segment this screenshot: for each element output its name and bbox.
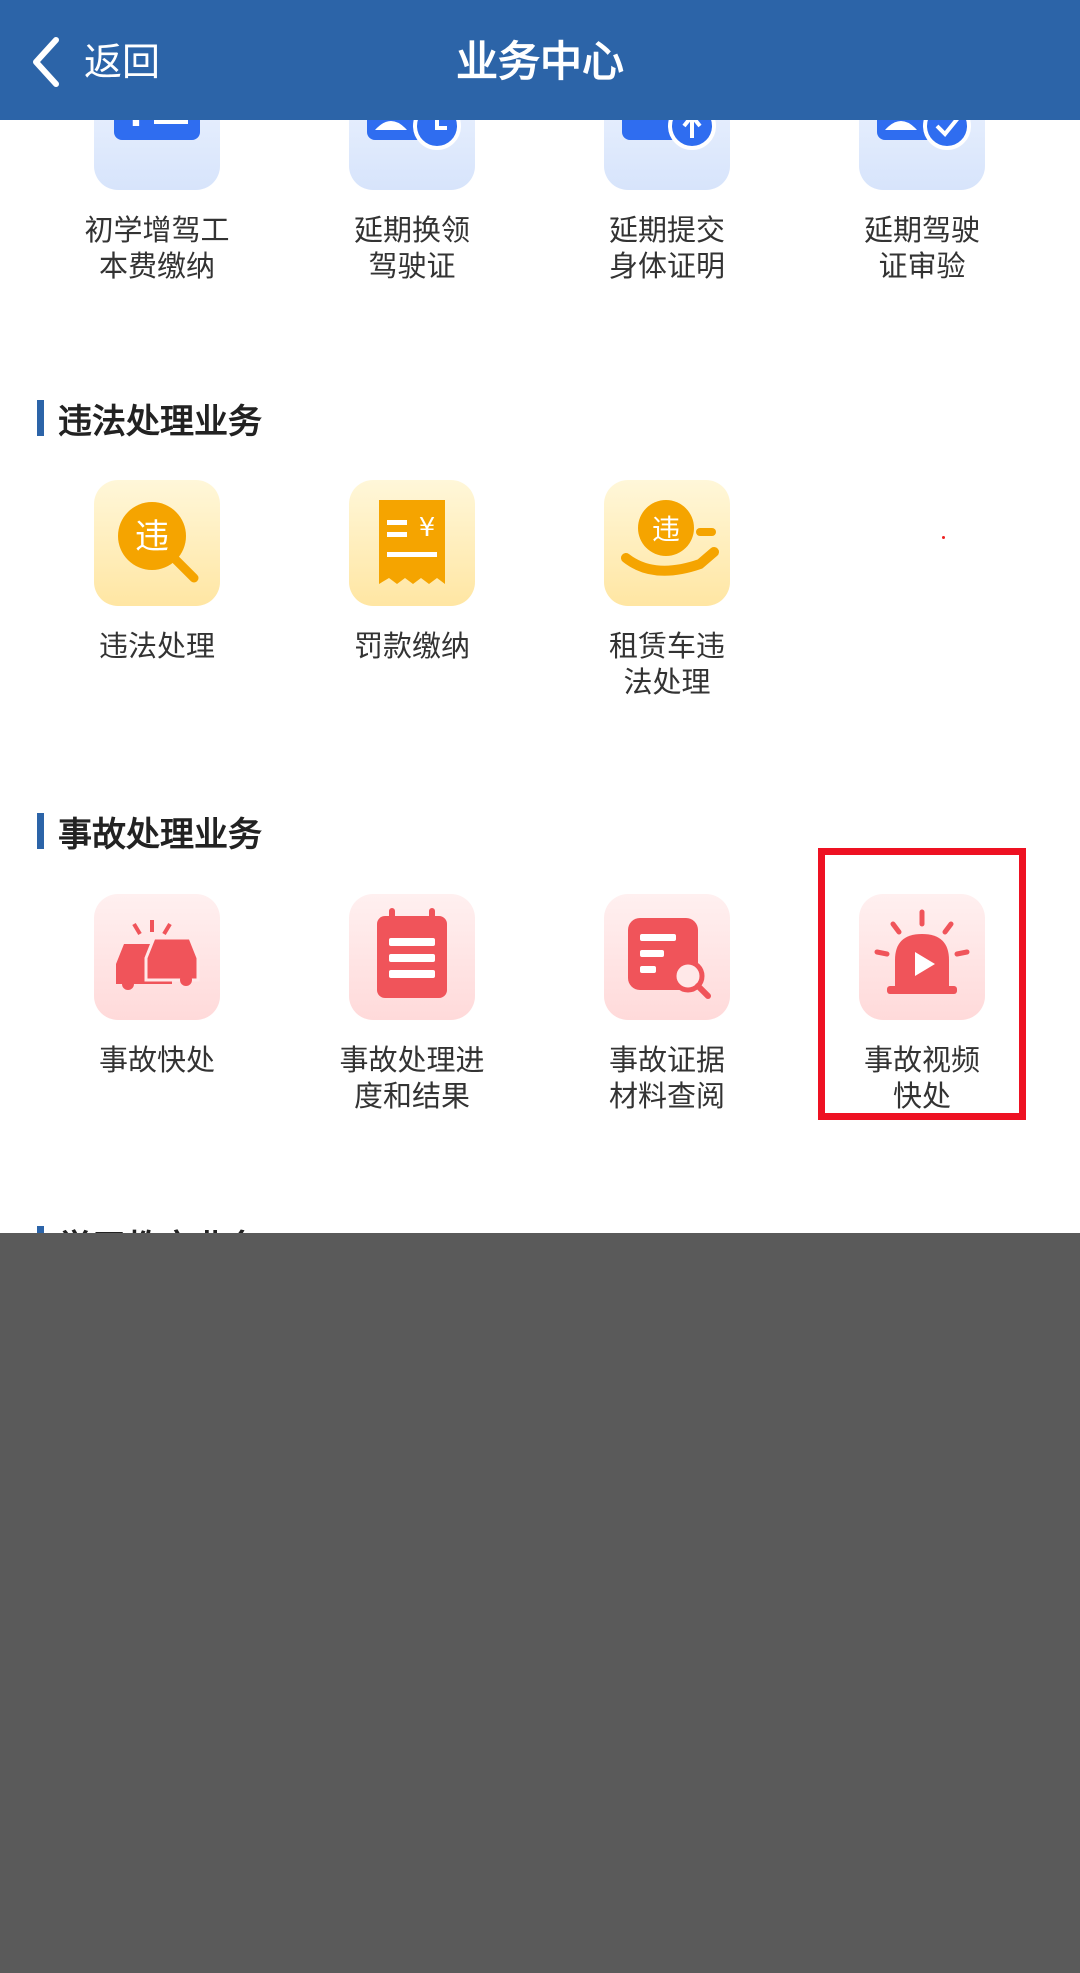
section-title: 事故处理业务 [58,814,262,855]
tile-rental-violation[interactable]: 违 租赁车违 法处理 [542,480,792,700]
red-dot-mark [942,536,945,539]
page-title: 业务中心 [455,37,624,86]
tile-fine-payment[interactable]: ¥ 罚款缴纳 [287,480,537,664]
tile-learner-fee[interactable]: ¥ 初学增驾工 本费缴纳 [32,64,282,284]
tile-label: 罚款缴纳 [353,629,470,663]
svg-text:¥: ¥ [419,513,436,543]
tile-label: 延期换领 驾驶证 [353,213,470,283]
tile-label: 违法处理 [98,629,215,663]
rental-violation-icon: 违 [604,480,730,606]
tile-label: 延期驾驶 证审验 [863,213,980,283]
section-title: 违法处理业务 [58,401,262,442]
violation-search-icon: 违 [94,480,220,606]
svg-text:违: 违 [135,517,169,557]
tile-label: 租赁车违 法处理 [608,629,725,699]
section-bar [37,813,44,849]
tile-label: 延期提交 身体证明 [608,213,725,283]
tile-accident-progress[interactable]: 事故处理进 度和结果 [287,894,537,1114]
calendar-list-icon [349,894,475,1020]
highlight-box [818,848,1026,1120]
tile-violation-handle[interactable]: 违 违法处理 [32,480,282,664]
car-crash-icon [94,894,220,1020]
section-header-education: 学习教育业务 [37,1222,262,1233]
svg-text:违: 违 [652,513,680,546]
tile-license-review[interactable]: 延期驾驶 证审验 [797,64,1047,284]
section-bar [37,400,44,436]
tile-label: 事故快处 [98,1043,215,1077]
content-area: ¥ 初学增驾工 本费缴纳 延期换领 驾驶证 [0,0,1080,1233]
tile-accident-quick[interactable]: 事故快处 [32,894,282,1078]
document-search-icon [604,894,730,1020]
tile-label: 初学增驾工 本费缴纳 [84,213,230,283]
tile-renew-license[interactable]: 延期换领 驾驶证 [287,64,537,284]
fine-receipt-icon: ¥ [349,480,475,606]
tile-accident-evidence[interactable]: 事故证据 材料查阅 [542,894,792,1114]
section-header-accident: 事故处理业务 [37,809,262,855]
section-title: 学习教育业务 [58,1220,262,1234]
tile-label: 事故证据 材料查阅 [608,1043,725,1113]
app-header: 返回 业务中心 [0,0,1080,120]
section-header-violation: 违法处理业务 [37,396,262,442]
tile-label: 事故处理进 度和结果 [339,1043,485,1113]
tile-medical-proof[interactable]: 延期提交 身体证明 [542,64,792,284]
dim-overlay [0,1233,1080,1973]
section-bar [37,1226,44,1233]
